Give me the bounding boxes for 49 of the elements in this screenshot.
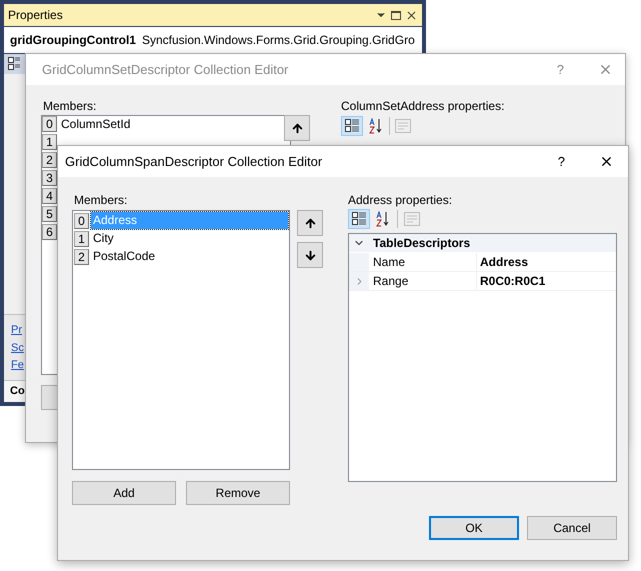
property-name[interactable]: Name [369, 253, 476, 271]
description-title: Co [10, 384, 25, 400]
ok-button[interactable]: OK [429, 516, 519, 540]
row-index: 2 [42, 152, 57, 168]
row-index: 3 [42, 170, 57, 186]
member-name[interactable]: ColumnSetId [61, 115, 130, 133]
categorized-icon[interactable] [348, 209, 370, 229]
close-icon[interactable] [599, 154, 614, 169]
row-index: 0 [74, 212, 89, 228]
members-list[interactable]: 0 Address 1 City 2 PostalCode [72, 210, 290, 470]
row-index: 2 [74, 248, 89, 264]
property-name[interactable]: Range [369, 272, 476, 290]
row-index: 4 [42, 188, 57, 204]
move-up-button[interactable] [284, 115, 310, 141]
object-type: Syncfusion.Windows.Forms.Grid.Grouping.GridGro [142, 32, 415, 49]
object-name: gridGroupingControl1 [10, 32, 136, 49]
row-index: 1 [74, 230, 89, 246]
arrow-up-icon [290, 122, 304, 134]
members-label: Members: [42, 98, 98, 113]
arrow-down-icon [304, 248, 316, 262]
property-value[interactable]: Address [476, 253, 616, 271]
remove-button[interactable]: Remove [186, 481, 290, 505]
row-index: 5 [42, 206, 57, 222]
maximize-icon[interactable] [391, 10, 401, 20]
property-value[interactable]: R0C0:R0C1 [476, 272, 616, 290]
member-name[interactable]: PostalCode [91, 248, 288, 265]
add-button[interactable]: Add [72, 481, 176, 505]
categorized-icon[interactable] [341, 116, 363, 136]
members-label: Members: [73, 192, 128, 208]
property-row[interactable]: Range R0C0:R0C1 [349, 272, 616, 291]
move-down-button[interactable] [297, 242, 323, 268]
properties-label: ColumnSetAddress properties: [341, 98, 504, 113]
row-index: 1 [42, 134, 57, 150]
object-selector[interactable]: gridGroupingControl1 Syncfusion.Windows.Forms.Grid.Grouping.GridGro [4, 27, 422, 53]
window-title: GridColumnSetDescriptor Collection Editor [42, 60, 290, 79]
categorized-icon[interactable] [8, 57, 20, 71]
row-index: 6 [42, 224, 57, 240]
arrow-up-icon [304, 216, 316, 230]
row-index: 0 [42, 116, 57, 132]
move-up-button[interactable] [297, 210, 323, 236]
property-row[interactable]: Name Address [349, 253, 616, 272]
member-name[interactable]: City [91, 230, 288, 247]
help-button[interactable]: ? [558, 152, 565, 172]
close-icon[interactable] [405, 8, 418, 22]
window-title: Properties [8, 7, 64, 24]
category-label: TableDescriptors [372, 235, 470, 252]
window-title: GridColumnSpanDescriptor Collection Editor [65, 152, 324, 171]
properties-label: Address properties: [348, 192, 454, 208]
cancel-button[interactable]: Cancel [527, 516, 617, 540]
